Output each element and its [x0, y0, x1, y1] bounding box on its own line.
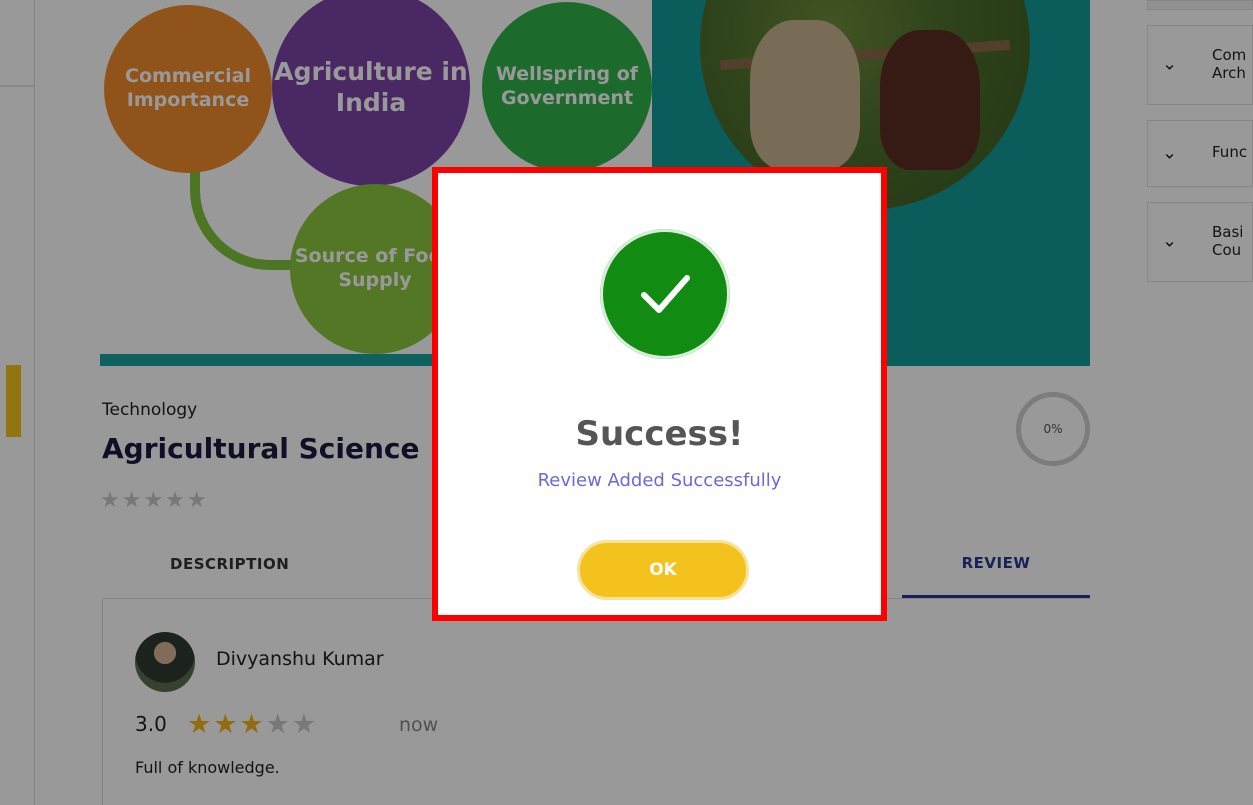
dialog-title: Success! — [575, 414, 744, 454]
success-dialog: Success! Review Added Successfully OK — [432, 167, 887, 621]
checkmark-glyph — [641, 275, 690, 313]
check-circle-icon — [600, 229, 730, 359]
dialog-message: Review Added Successfully — [537, 470, 782, 491]
ok-button[interactable]: OK — [577, 540, 749, 600]
